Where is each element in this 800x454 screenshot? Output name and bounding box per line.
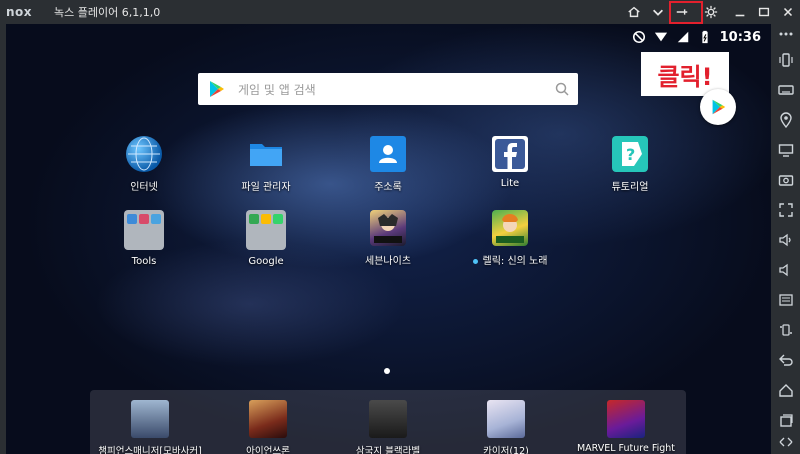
facebook-icon	[492, 136, 528, 172]
game-icon	[487, 400, 525, 438]
dock-app-champions-manager[interactable]: 챔피언스매니저[모바사커]	[90, 400, 210, 454]
globe-icon	[126, 136, 162, 172]
app-label: 아이언쓰론	[246, 446, 290, 454]
vibrate-icon[interactable]	[771, 50, 800, 70]
dock-app-marvel-future-fight[interactable]: MARVEL Future Fight	[566, 400, 686, 454]
apk-icon[interactable]	[771, 290, 800, 310]
app-label: Tools	[131, 256, 157, 267]
maximize-icon[interactable]	[752, 0, 776, 24]
app-tools-folder[interactable]: Tools	[84, 210, 204, 267]
app-google-folder[interactable]: Google	[206, 210, 326, 267]
app-label: 렐릭: 신의 노래	[450, 252, 570, 267]
back-icon[interactable]	[771, 350, 800, 370]
location-icon[interactable]	[771, 110, 800, 130]
game-icon	[249, 400, 287, 438]
folder-group-icon	[246, 210, 286, 250]
app-label: 챔피언스매니저[모바사커]	[98, 446, 202, 454]
app-label: Lite	[500, 178, 520, 189]
dock: 챔피언스매니저[모바사커] 아이언쓰론 삼국지 블랙라벨 카이저(12) MAR…	[90, 390, 686, 454]
search-bar[interactable]: 게임 및 앱 검색	[198, 73, 578, 105]
app-label: MARVEL Future Fight	[576, 443, 676, 454]
screenshot-icon[interactable]	[771, 170, 800, 190]
app-internet[interactable]: 인터넷	[84, 136, 204, 193]
dock-app-kaiser[interactable]: 카이저(12)	[446, 400, 566, 454]
app-label: 주소록	[374, 182, 402, 193]
close-icon[interactable]	[776, 0, 800, 24]
home-icon[interactable]	[771, 380, 800, 400]
game-icon	[369, 400, 407, 438]
contacts-icon	[370, 136, 406, 172]
game-icon	[370, 210, 406, 246]
svg-text:?: ?	[626, 145, 635, 164]
app-label: 삼국지 블랙라벨	[355, 446, 421, 454]
recents-icon[interactable]	[771, 410, 800, 430]
annotation-text: 클릭!	[657, 62, 713, 91]
settings-highlight-box	[669, 1, 703, 24]
signal-icon	[677, 31, 688, 43]
app-facebook-lite[interactable]: Lite	[450, 136, 570, 189]
minimize-icon[interactable]	[728, 0, 752, 24]
battery-icon	[701, 30, 708, 44]
app-tutorial[interactable]: ? 튜토리얼	[570, 136, 690, 193]
do-not-disturb-icon	[632, 30, 645, 44]
search-placeholder: 게임 및 앱 검색	[238, 82, 316, 97]
new-app-dot	[472, 258, 478, 264]
more-icon[interactable]	[771, 24, 800, 44]
window-title: 녹스 플레이어 6,1,1,0	[54, 6, 161, 19]
game-icon	[492, 210, 528, 246]
app-label: Google	[248, 256, 284, 267]
wifi-icon	[654, 32, 667, 42]
app-contacts[interactable]: 주소록	[328, 136, 448, 193]
status-bar: 10:36	[632, 28, 761, 46]
dock-app-iron-throne[interactable]: 아이언쓰론	[208, 400, 328, 454]
emulator-sidebar	[771, 24, 800, 454]
app-label: 카이저(12)	[483, 446, 529, 454]
tutorial-icon: ?	[612, 136, 648, 172]
volume-up-icon[interactable]	[771, 230, 800, 250]
play-store-icon	[712, 99, 726, 115]
dock-app-three-kingdoms[interactable]: 삼국지 블랙라벨	[328, 400, 448, 454]
fullscreen-icon[interactable]	[771, 200, 800, 220]
keyboard-icon[interactable]	[771, 80, 800, 100]
app-label: 파일 관리자	[241, 182, 291, 193]
game-icon	[131, 400, 169, 438]
left-edge	[0, 24, 6, 454]
play-store-icon	[210, 81, 224, 97]
volume-down-icon[interactable]	[771, 260, 800, 280]
nox-logo: nox	[6, 5, 33, 19]
app-relic[interactable]: 렐릭: 신의 노래	[450, 210, 570, 267]
app-label: 세븐나이츠	[365, 256, 411, 267]
app-label: 튜토리얼	[611, 182, 649, 193]
expand-icon[interactable]	[771, 432, 800, 452]
chevron-down-icon[interactable]	[646, 0, 670, 24]
app-seven-knights[interactable]: 세븐나이츠	[328, 210, 448, 267]
android-home-screen: 10:36 게임 및 앱 검색 클릭! 인터넷 파일 관리자 주소록 Lite …	[0, 24, 771, 454]
home-icon[interactable]	[622, 0, 646, 24]
screen-icon[interactable]	[771, 140, 800, 160]
play-store-shortcut[interactable]	[700, 89, 736, 125]
folder-group-icon	[124, 210, 164, 250]
app-label: 인터넷	[130, 182, 158, 193]
app-file-manager[interactable]: 파일 관리자	[206, 136, 326, 193]
page-indicator	[384, 368, 390, 374]
shake-icon[interactable]	[771, 320, 800, 340]
game-icon	[607, 400, 645, 438]
search-icon[interactable]	[554, 81, 570, 97]
folder-icon	[248, 136, 284, 172]
clock: 10:36	[719, 29, 761, 45]
